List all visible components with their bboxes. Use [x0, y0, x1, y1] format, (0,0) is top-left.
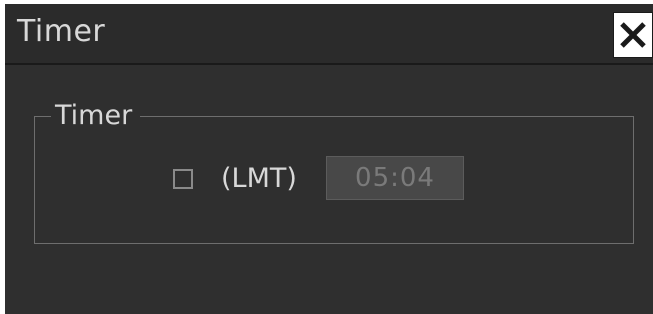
- time-input[interactable]: 05:04: [326, 156, 464, 200]
- close-button[interactable]: [613, 12, 653, 58]
- window-title: Timer: [17, 14, 106, 49]
- lmt-label: (LMT): [221, 163, 297, 194]
- timer-dialog: Timer Timer (LMT) 05:04: [5, 4, 653, 314]
- title-bar: Timer: [5, 4, 653, 65]
- group-legend: Timer: [51, 100, 141, 132]
- close-icon: [620, 22, 646, 48]
- timer-enable-checkbox[interactable]: [173, 169, 193, 189]
